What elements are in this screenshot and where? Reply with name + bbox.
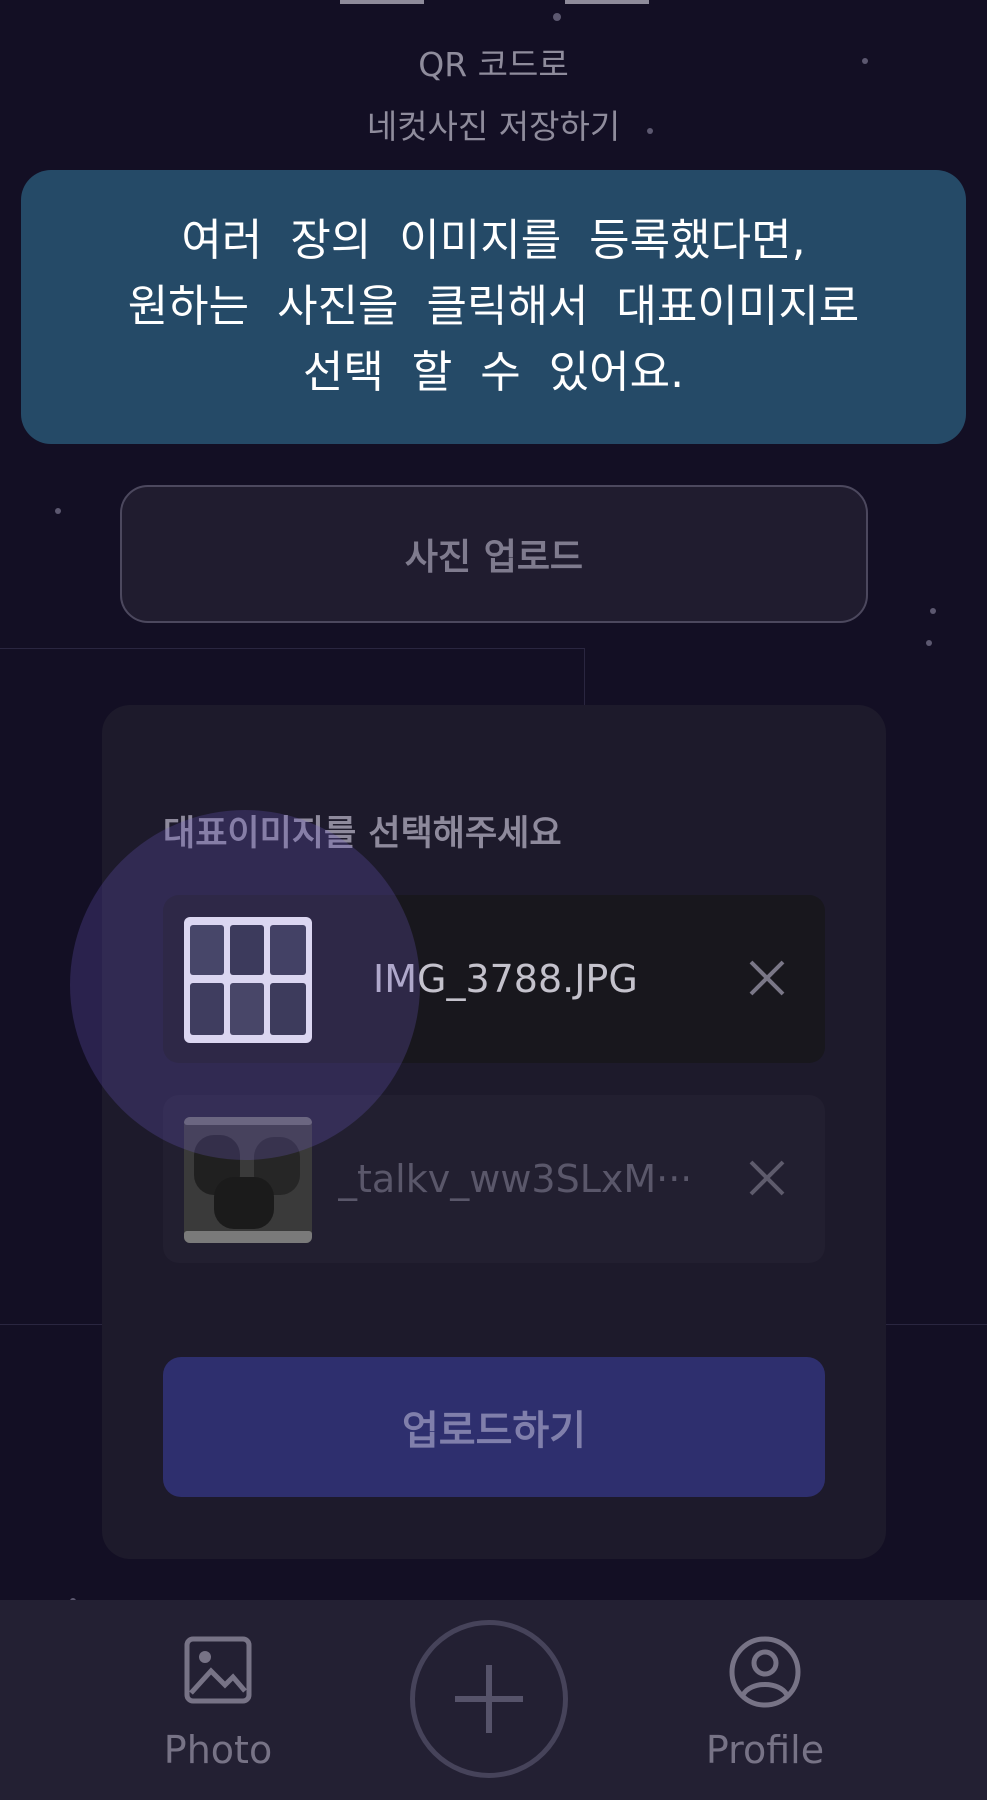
upload-photo-button[interactable]: 사진 업로드 bbox=[120, 485, 868, 623]
nav-profile[interactable]: Profile bbox=[665, 1600, 865, 1800]
tooltip-line-3: 선택 할 수 있어요. bbox=[302, 347, 685, 398]
plus-icon bbox=[455, 1665, 523, 1733]
nav-profile-label: Profile bbox=[705, 1728, 825, 1772]
star bbox=[926, 640, 932, 646]
star bbox=[55, 508, 61, 514]
nav-photo-label: Photo bbox=[163, 1728, 273, 1772]
qr-caption-line2: 네컷사진 저장하기 bbox=[366, 107, 621, 146]
upload-submit-button[interactable]: 업로드하기 bbox=[163, 1357, 825, 1497]
star bbox=[862, 58, 868, 64]
qr-box-left bbox=[340, 0, 424, 4]
close-icon[interactable] bbox=[747, 1158, 787, 1198]
qr-box-right bbox=[565, 0, 649, 4]
image-icon bbox=[184, 1636, 252, 1704]
nav-photo[interactable]: Photo bbox=[118, 1600, 318, 1800]
close-icon[interactable] bbox=[747, 958, 787, 998]
add-button[interactable] bbox=[410, 1620, 568, 1778]
file-name: _talkv_ww3SLxM··· bbox=[338, 1157, 688, 1201]
qr-caption-line1: QR 코드로 bbox=[418, 45, 569, 84]
tooltip-line-1: 여러 장의 이미지를 등록했다면, bbox=[181, 215, 806, 266]
photo-frame bbox=[214, 1177, 274, 1229]
star bbox=[647, 128, 653, 134]
guide-line bbox=[0, 648, 584, 649]
star bbox=[930, 608, 936, 614]
tooltip-line-2: 원하는 사진을 클릭해서 대표이미지로 bbox=[127, 281, 860, 332]
photo-frame bbox=[184, 1231, 312, 1243]
tap-highlight bbox=[70, 810, 420, 1160]
star bbox=[553, 13, 561, 21]
user-circle-icon bbox=[729, 1636, 801, 1708]
onboarding-tooltip: 여러 장의 이미지를 등록했다면, 원하는 사진을 클릭해서 대표이미지로 선택… bbox=[21, 170, 966, 444]
